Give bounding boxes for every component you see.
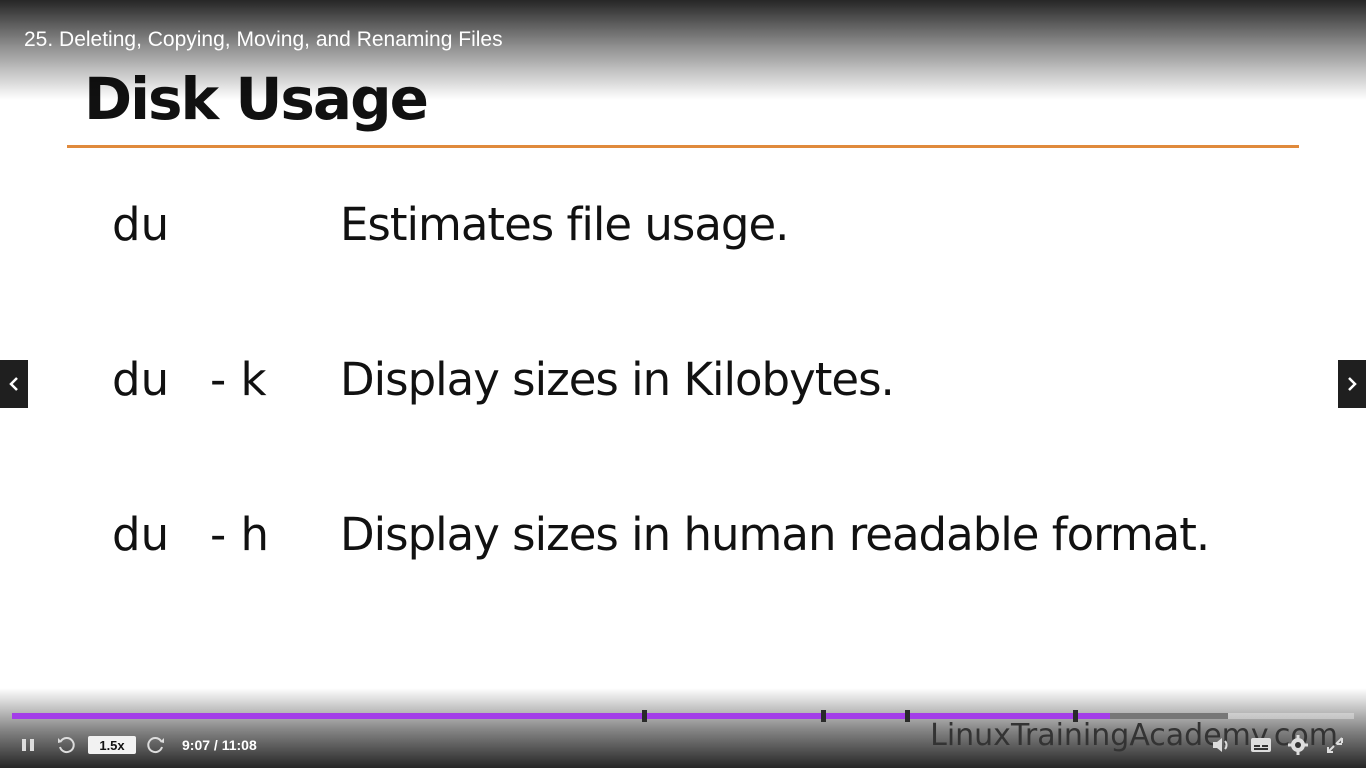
pause-icon	[22, 739, 34, 751]
previous-lecture-button[interactable]	[0, 360, 28, 408]
fullscreen-button[interactable]	[1325, 730, 1349, 760]
forward-button[interactable]	[146, 730, 168, 760]
command-flag: - h	[210, 508, 270, 561]
rewind-icon	[58, 737, 75, 754]
progress-bar[interactable]	[12, 710, 1354, 722]
video-player[interactable]: Disk Usage du Estimates file usage. du -…	[0, 0, 1366, 768]
settings-button[interactable]	[1287, 730, 1311, 760]
forward-icon	[147, 737, 164, 754]
control-bar: 1.5x 9:07 / 11:08	[0, 730, 1366, 760]
chapter-marker[interactable]	[821, 710, 826, 722]
time-display: 9:07 / 11:08	[182, 737, 257, 753]
command-name: du	[112, 198, 170, 251]
captions-button[interactable]	[1250, 730, 1274, 760]
command-description: Display sizes in Kilobytes.	[340, 353, 895, 406]
volume-button[interactable]	[1211, 730, 1235, 760]
pause-button[interactable]	[20, 730, 42, 760]
heading-underline	[67, 145, 1299, 148]
playback-speed-button[interactable]: 1.5x	[88, 736, 136, 754]
command-description: Estimates file usage.	[340, 198, 789, 251]
next-lecture-button[interactable]	[1338, 360, 1366, 408]
gear-icon	[1288, 735, 1308, 755]
captions-icon	[1251, 738, 1271, 752]
rewind-button[interactable]	[56, 730, 78, 760]
command-description: Display sizes in human readable format.	[340, 508, 1210, 561]
volume-icon	[1213, 738, 1228, 752]
command-row: du Estimates file usage.	[0, 198, 1366, 258]
chapter-marker[interactable]	[905, 710, 910, 722]
chevron-right-icon	[1348, 377, 1357, 391]
chapter-marker[interactable]	[642, 710, 647, 722]
chapter-marker[interactable]	[1073, 710, 1078, 722]
exit-fullscreen-icon	[1327, 737, 1343, 753]
command-name: du	[112, 353, 170, 406]
progress-played	[12, 713, 1110, 719]
chevron-left-icon	[9, 377, 18, 391]
command-row: du - k Display sizes in Kilobytes.	[0, 353, 1366, 413]
command-row: du - h Display sizes in human readable f…	[0, 508, 1366, 568]
command-name: du	[112, 508, 170, 561]
video-title: 25. Deleting, Copying, Moving, and Renam…	[24, 28, 503, 51]
command-flag: - k	[210, 353, 267, 406]
